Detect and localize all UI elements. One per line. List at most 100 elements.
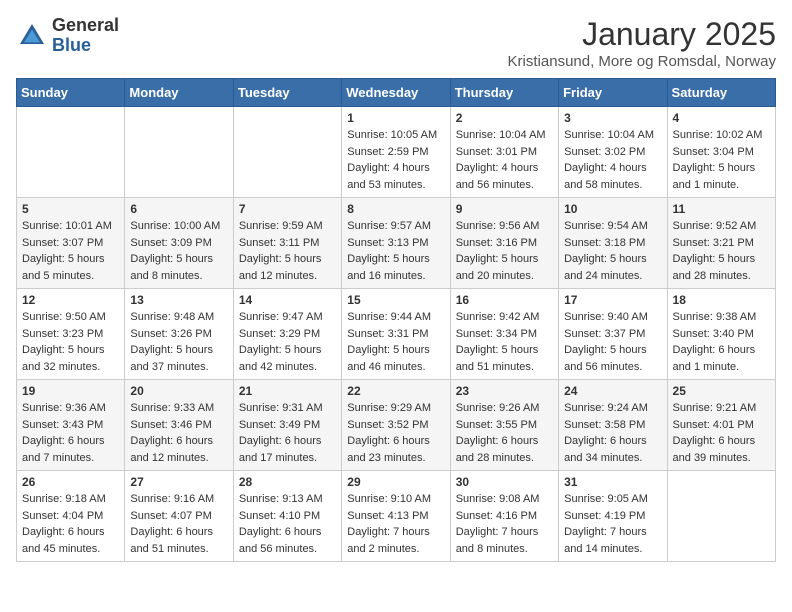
calendar-day-cell: 27 Sunrise: 9:16 AMSunset: 4:07 PMDayligh… <box>125 471 233 562</box>
logo-general-text: General <box>52 16 119 36</box>
day-info: Sunrise: 9:40 AMSunset: 3:37 PMDaylight:… <box>564 309 661 375</box>
calendar-day-cell: 11 Sunrise: 9:52 AMSunset: 3:21 PMDayligh… <box>667 198 775 289</box>
day-number: 5 <box>22 202 119 216</box>
day-info: Sunrise: 9:08 AMSunset: 4:16 PMDaylight:… <box>456 491 553 557</box>
day-number: 17 <box>564 293 661 307</box>
day-info: Sunrise: 9:42 AMSunset: 3:34 PMDaylight:… <box>456 309 553 375</box>
calendar-day-cell: 31 Sunrise: 9:05 AMSunset: 4:19 PMDayligh… <box>559 471 667 562</box>
calendar-day-cell <box>233 107 341 198</box>
calendar-day-cell <box>17 107 125 198</box>
day-info: Sunrise: 9:47 AMSunset: 3:29 PMDaylight:… <box>239 309 336 375</box>
calendar-day-cell: 2Sunrise: 10:04 AMSunset: 3:01 PMDayligh… <box>450 107 558 198</box>
day-info: Sunrise: 9:59 AMSunset: 3:11 PMDaylight:… <box>239 218 336 284</box>
day-info: Sunrise: 10:00 AMSunset: 3:09 PMDaylight… <box>130 218 227 284</box>
calendar-day-cell: 4Sunrise: 10:02 AMSunset: 3:04 PMDayligh… <box>667 107 775 198</box>
page-header: General Blue January 2025 Kristiansund, … <box>16 16 776 70</box>
day-number: 23 <box>456 384 553 398</box>
day-number: 21 <box>239 384 336 398</box>
day-number: 8 <box>347 202 444 216</box>
day-number: 31 <box>564 475 661 489</box>
day-of-week-header: Wednesday <box>342 79 450 107</box>
calendar-day-cell: 20 Sunrise: 9:33 AMSunset: 3:46 PMDayligh… <box>125 380 233 471</box>
day-number: 28 <box>239 475 336 489</box>
day-info: Sunrise: 9:13 AMSunset: 4:10 PMDaylight:… <box>239 491 336 557</box>
day-number: 10 <box>564 202 661 216</box>
day-number: 30 <box>456 475 553 489</box>
calendar-table: SundayMondayTuesdayWednesdayThursdayFrid… <box>16 78 776 562</box>
day-info: Sunrise: 10:02 AMSunset: 3:04 PMDaylight… <box>673 127 770 193</box>
day-number: 22 <box>347 384 444 398</box>
calendar-day-cell: 12 Sunrise: 9:50 AMSunset: 3:23 PMDayligh… <box>17 289 125 380</box>
calendar-day-cell: 17 Sunrise: 9:40 AMSunset: 3:37 PMDayligh… <box>559 289 667 380</box>
day-info: Sunrise: 9:05 AMSunset: 4:19 PMDaylight:… <box>564 491 661 557</box>
day-number: 9 <box>456 202 553 216</box>
calendar-week-row: 5 Sunrise: 10:01 AMSunset: 3:07 PMDayligh… <box>17 198 776 289</box>
day-of-week-header: Tuesday <box>233 79 341 107</box>
day-info: Sunrise: 9:33 AMSunset: 3:46 PMDaylight:… <box>130 400 227 466</box>
day-info: Sunrise: 9:21 AMSunset: 4:01 PMDaylight:… <box>673 400 770 466</box>
calendar-day-cell: 19 Sunrise: 9:36 AMSunset: 3:43 PMDayligh… <box>17 380 125 471</box>
day-number: 15 <box>347 293 444 307</box>
calendar-day-cell: 24Sunrise: 9:24 AMSunset: 3:58 PMDayligh… <box>559 380 667 471</box>
calendar-week-row: 26Sunrise: 9:18 AMSunset: 4:04 PMDayligh… <box>17 471 776 562</box>
calendar-day-cell: 22 Sunrise: 9:29 AMSunset: 3:52 PMDayligh… <box>342 380 450 471</box>
calendar-day-cell: 23Sunrise: 9:26 AMSunset: 3:55 PMDayligh… <box>450 380 558 471</box>
day-number: 12 <box>22 293 119 307</box>
day-of-week-header: Friday <box>559 79 667 107</box>
logo-icon <box>16 20 48 52</box>
day-number: 29 <box>347 475 444 489</box>
day-info: Sunrise: 9:29 AMSunset: 3:52 PMDaylight:… <box>347 400 444 466</box>
day-of-week-header: Monday <box>125 79 233 107</box>
location-subtitle: Kristiansund, More og Romsdal, Norway <box>508 53 776 70</box>
day-info: Sunrise: 9:31 AMSunset: 3:49 PMDaylight:… <box>239 400 336 466</box>
day-info: Sunrise: 9:48 AMSunset: 3:26 PMDaylight:… <box>130 309 227 375</box>
day-info: Sunrise: 9:52 AMSunset: 3:21 PMDaylight:… <box>673 218 770 284</box>
day-number: 1 <box>347 111 444 125</box>
calendar-day-cell: 9Sunrise: 9:56 AMSunset: 3:16 PMDaylight… <box>450 198 558 289</box>
day-number: 19 <box>22 384 119 398</box>
day-number: 24 <box>564 384 661 398</box>
calendar-header-row: SundayMondayTuesdayWednesdayThursdayFrid… <box>17 79 776 107</box>
day-number: 26 <box>22 475 119 489</box>
calendar-day-cell: 16 Sunrise: 9:42 AMSunset: 3:34 PMDayligh… <box>450 289 558 380</box>
calendar-week-row: 19 Sunrise: 9:36 AMSunset: 3:43 PMDayligh… <box>17 380 776 471</box>
day-info: Sunrise: 9:50 AMSunset: 3:23 PMDaylight:… <box>22 309 119 375</box>
day-of-week-header: Sunday <box>17 79 125 107</box>
calendar-day-cell: 10Sunrise: 9:54 AMSunset: 3:18 PMDayligh… <box>559 198 667 289</box>
calendar-day-cell: 5 Sunrise: 10:01 AMSunset: 3:07 PMDayligh… <box>17 198 125 289</box>
calendar-day-cell: 30 Sunrise: 9:08 AMSunset: 4:16 PMDayligh… <box>450 471 558 562</box>
calendar-day-cell: 28 Sunrise: 9:13 AMSunset: 4:10 PMDayligh… <box>233 471 341 562</box>
calendar-day-cell: 21 Sunrise: 9:31 AMSunset: 3:49 PMDayligh… <box>233 380 341 471</box>
calendar-week-row: 12 Sunrise: 9:50 AMSunset: 3:23 PMDayligh… <box>17 289 776 380</box>
month-title: January 2025 <box>508 16 776 53</box>
day-number: 14 <box>239 293 336 307</box>
day-number: 16 <box>456 293 553 307</box>
day-info: Sunrise: 9:57 AMSunset: 3:13 PMDaylight:… <box>347 218 444 284</box>
title-block: January 2025 Kristiansund, More og Romsd… <box>508 16 776 70</box>
calendar-day-cell: 1Sunrise: 10:05 AMSunset: 2:59 PMDayligh… <box>342 107 450 198</box>
day-number: 18 <box>673 293 770 307</box>
day-info: Sunrise: 10:04 AMSunset: 3:02 PMDaylight… <box>564 127 661 193</box>
day-info: Sunrise: 9:36 AMSunset: 3:43 PMDaylight:… <box>22 400 119 466</box>
day-number: 27 <box>130 475 227 489</box>
calendar-day-cell: 8 Sunrise: 9:57 AMSunset: 3:13 PMDaylight… <box>342 198 450 289</box>
day-info: Sunrise: 9:16 AMSunset: 4:07 PMDaylight:… <box>130 491 227 557</box>
calendar-day-cell: 14 Sunrise: 9:47 AMSunset: 3:29 PMDayligh… <box>233 289 341 380</box>
day-number: 3 <box>564 111 661 125</box>
calendar-day-cell: 3 Sunrise: 10:04 AMSunset: 3:02 PMDayligh… <box>559 107 667 198</box>
calendar-day-cell: 7 Sunrise: 9:59 AMSunset: 3:11 PMDaylight… <box>233 198 341 289</box>
day-number: 20 <box>130 384 227 398</box>
day-number: 25 <box>673 384 770 398</box>
day-number: 2 <box>456 111 553 125</box>
day-number: 11 <box>673 202 770 216</box>
calendar-day-cell: 15 Sunrise: 9:44 AMSunset: 3:31 PMDayligh… <box>342 289 450 380</box>
day-number: 7 <box>239 202 336 216</box>
day-info: Sunrise: 9:44 AMSunset: 3:31 PMDaylight:… <box>347 309 444 375</box>
calendar-day-cell: 18 Sunrise: 9:38 AMSunset: 3:40 PMDayligh… <box>667 289 775 380</box>
logo-text: General Blue <box>52 16 119 56</box>
calendar-day-cell <box>125 107 233 198</box>
logo: General Blue <box>16 16 119 56</box>
day-of-week-header: Saturday <box>667 79 775 107</box>
day-info: Sunrise: 10:01 AMSunset: 3:07 PMDaylight… <box>22 218 119 284</box>
day-info: Sunrise: 9:38 AMSunset: 3:40 PMDaylight:… <box>673 309 770 375</box>
